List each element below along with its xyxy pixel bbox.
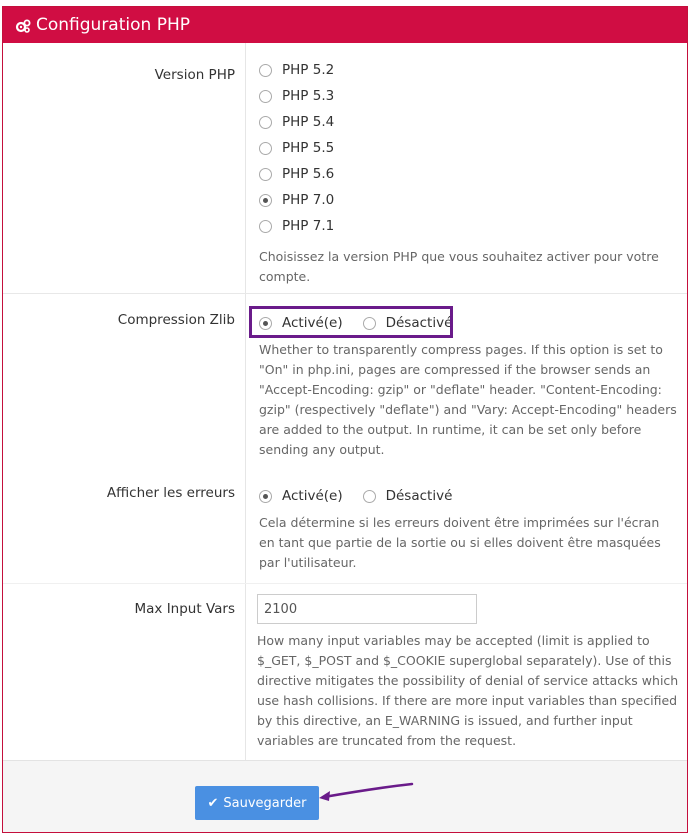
zlib-row: Compression Zlib Activé(e) Désactivé Whe… [3,293,687,469]
php-version-options: PHP 5.2 PHP 5.3 PHP 5.4 PHP 5.5 PHP 5.6 … [245,43,687,293]
radio-label: PHP 5.5 [282,140,335,156]
radio-button[interactable] [362,489,376,503]
radio-errors-on[interactable]: Activé(e) [259,483,343,509]
radio-label: PHP 7.0 [282,192,335,208]
radio-label: PHP 5.3 [282,88,335,104]
panel-title: Configuration PHP [36,15,190,35]
radio-label: PHP 5.6 [282,166,335,182]
radio-button[interactable] [259,219,272,233]
save-button[interactable]: ✔ Sauvegarder [195,786,319,820]
radio-button[interactable] [259,167,272,181]
radio-label: Activé(e) [282,488,343,504]
max-input-vars-label: Max Input Vars [134,601,236,617]
radio-errors-off[interactable]: Désactivé [362,483,453,509]
errors-label: Afficher les erreurs [106,485,235,501]
max-input-vars-value: 2100 How many input variables may be acc… [245,584,687,761]
radio-button[interactable] [259,141,272,155]
save-button-label: Sauvegarder [223,795,307,811]
radio-php-5-3[interactable]: PHP 5.3 [259,83,687,109]
radio-label: PHP 5.4 [282,114,335,130]
radio-label: Désactivé [385,488,453,504]
php-version-help: Choisissez la version PHP que vous souha… [259,249,659,284]
panel-header: Configuration PHP [3,7,687,43]
radio-label: PHP 7.1 [282,218,335,234]
zlib-help: Whether to transparently compress pages.… [259,342,677,457]
php-version-row: Version PHP PHP 5.2 PHP 5.3 PHP 5.4 PHP … [3,43,687,293]
radio-button[interactable] [259,63,272,77]
radio-php-5-5[interactable]: PHP 5.5 [259,135,687,161]
errors-help: Cela détermine si les erreurs doivent êt… [259,515,661,570]
max-input-vars-help: How many input variables may be accepted… [257,633,679,748]
radio-button[interactable] [259,115,272,129]
radio-button-checked[interactable] [259,193,272,207]
radio-php-5-4[interactable]: PHP 5.4 [259,109,687,135]
zlib-label: Compression Zlib [117,312,235,328]
radio-button-checked[interactable] [259,489,272,503]
radio-button[interactable] [259,89,272,103]
radio-php-5-6[interactable]: PHP 5.6 [259,161,687,187]
max-input-vars-row: Max Input Vars 2100 How many input varia… [3,583,687,761]
radio-php-7-1[interactable]: PHP 7.1 [259,213,687,239]
max-input-vars-field[interactable]: 2100 [257,594,477,624]
highlight-box [249,306,453,338]
check-icon: ✔ [207,795,219,811]
errors-options: Activé(e) Désactivé Cela détermine si le… [245,468,687,583]
php-version-label: Version PHP [154,67,235,83]
cogs-icon [15,18,31,33]
php-config-panel: Configuration PHP Version PHP PHP 5.2 PH… [2,6,688,833]
errors-row: Afficher les erreurs Activé(e) Désactivé… [3,468,687,583]
radio-php-7-0[interactable]: PHP 7.0 [259,187,687,213]
annotation-arrow [319,782,414,801]
radio-php-5-2[interactable]: PHP 5.2 [259,57,687,83]
errors-radio-group: Activé(e) Désactivé [259,483,687,509]
radio-label: PHP 5.2 [282,62,335,78]
